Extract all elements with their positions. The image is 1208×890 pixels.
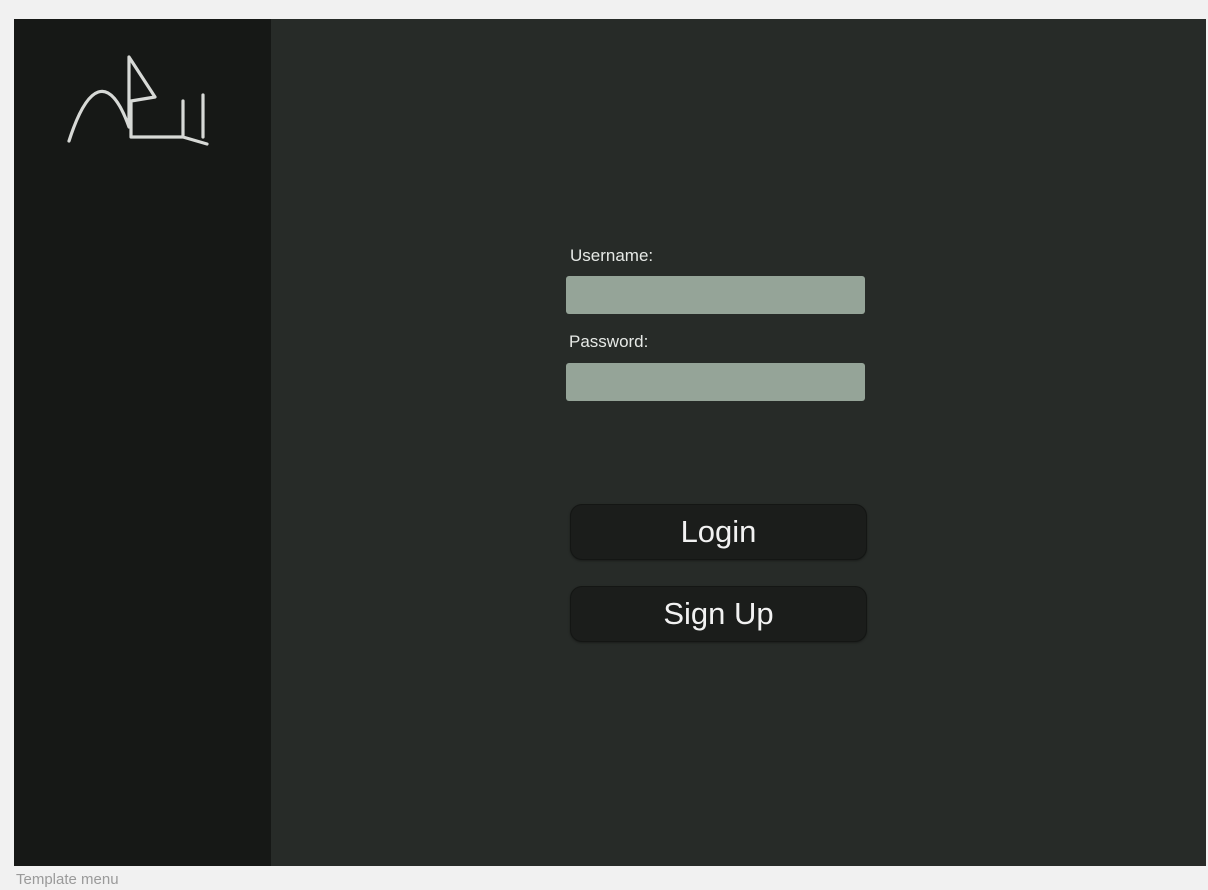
template-caption: Template menu xyxy=(16,871,119,888)
password-input[interactable] xyxy=(566,363,865,401)
login-panel: Username: Password: Login Sign Up xyxy=(271,19,1206,866)
app-window: Username: Password: Login Sign Up xyxy=(14,19,1206,866)
sidebar xyxy=(14,19,271,866)
signup-button[interactable]: Sign Up xyxy=(570,586,867,642)
username-label: Username: xyxy=(570,246,654,265)
username-input[interactable] xyxy=(566,276,865,314)
login-button[interactable]: Login xyxy=(570,504,867,560)
password-label: Password: xyxy=(569,332,649,351)
app-logo-icon xyxy=(67,55,209,146)
